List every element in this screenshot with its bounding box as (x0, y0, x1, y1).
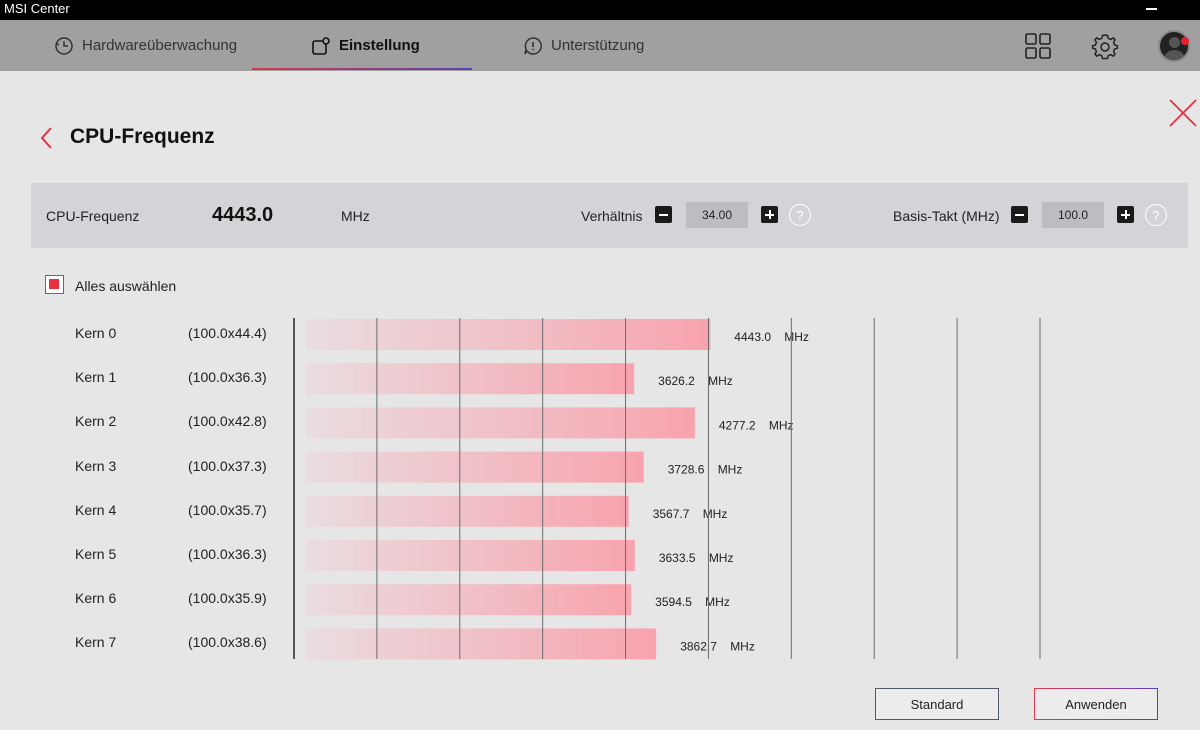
core-frequency-bar (306, 319, 711, 350)
core-frequency-value: 3862.7 (680, 639, 717, 653)
core-frequency-value: 4443.0 (734, 330, 771, 344)
core-frequency-bar (306, 628, 657, 660)
core-frequency-unit: MHz (769, 418, 794, 432)
apply-button[interactable]: Anwenden (1034, 688, 1158, 720)
core-frequency-value: 3594.5 (655, 595, 692, 609)
core-frequency-value: 4277.2 (719, 418, 756, 432)
core-frequency-unit: MHz (718, 463, 743, 477)
core-frequency-value: 3626.2 (658, 374, 695, 388)
core-frequency-bar (306, 407, 695, 439)
standard-button[interactable]: Standard (875, 688, 999, 720)
core-frequency-unit: MHz (703, 507, 728, 521)
core-frequency-bar (306, 451, 644, 483)
core-frequency-bar (306, 363, 635, 395)
core-frequency-chart: 4443.0 MHz 3626.2 MHz 4277.2 MHz 3728.6 MHz 3567… (293, 318, 1041, 660)
core-frequency-bar (306, 584, 632, 616)
core-frequency-unit: MHz (784, 330, 809, 344)
core-frequency-value: 3567.7 (653, 507, 690, 521)
core-frequency-bar (306, 495, 629, 527)
core-frequency-value: 3633.5 (659, 551, 696, 565)
core-frequency-unit: MHz (709, 551, 734, 565)
core-frequency-value: 3728.6 (668, 463, 705, 477)
core-frequency-unit: MHz (708, 374, 733, 388)
core-frequency-bar (306, 540, 635, 571)
core-frequency-unit: MHz (730, 639, 755, 653)
